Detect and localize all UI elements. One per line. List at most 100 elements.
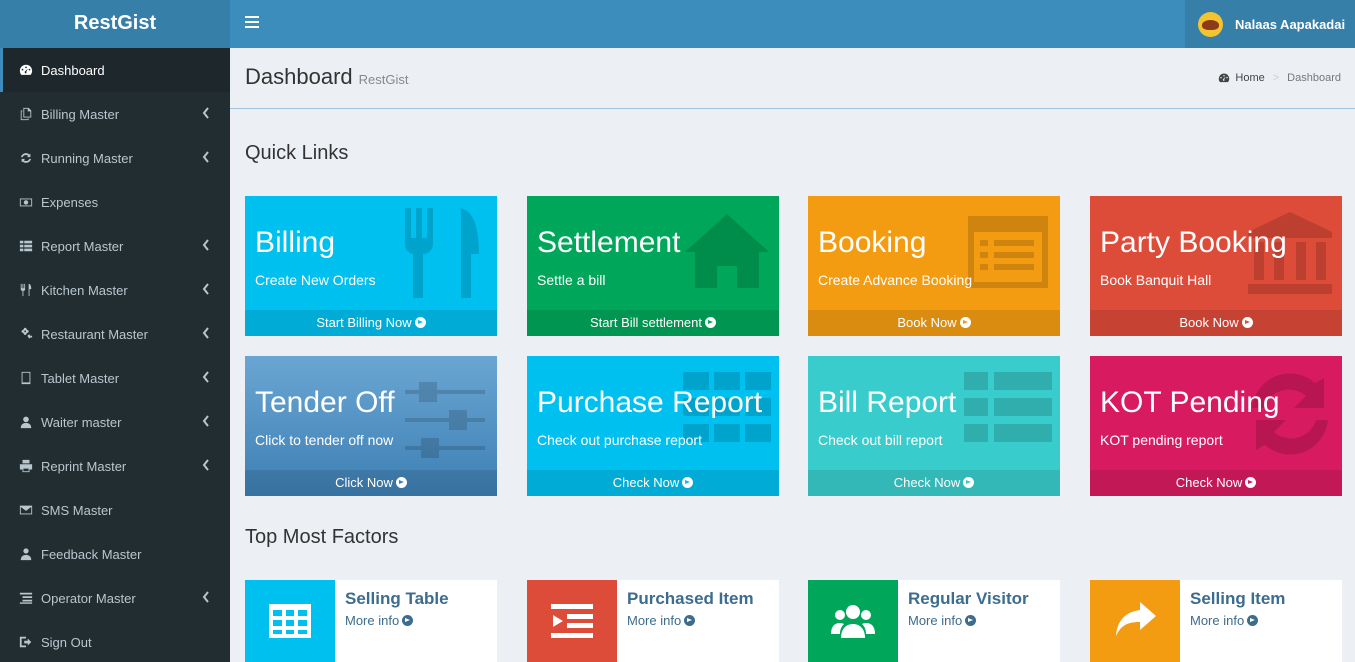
- sidebar-item-label: Waiter master: [41, 414, 122, 430]
- arrow-circle-right-icon: [402, 615, 414, 626]
- more-info-link[interactable]: More info: [627, 613, 696, 628]
- quick-links-title: Quick Links: [245, 142, 349, 164]
- sidebar-item-restaurant-master[interactable]: Restaurant Master: [0, 312, 230, 356]
- card-action-label: Check Now: [893, 475, 961, 490]
- menu-toggle-icon[interactable]: [245, 16, 259, 30]
- card-action[interactable]: Check Now: [808, 470, 1060, 496]
- refresh-icon: [18, 151, 33, 166]
- card-title: Tender Off: [255, 386, 395, 419]
- card-action[interactable]: Check Now: [1090, 470, 1342, 496]
- card-action-label: Book Now: [897, 315, 957, 330]
- breadcrumb-home[interactable]: Home: [1218, 72, 1265, 84]
- sidebar-item-operator-master[interactable]: Operator Master: [0, 576, 230, 620]
- card-action-label: Start Bill settlement: [590, 315, 702, 330]
- more-info-label: More info: [345, 613, 400, 628]
- sidebar-item-report-master[interactable]: Report Master: [0, 224, 230, 268]
- home-icon: [683, 204, 771, 300]
- info-box-purchased-item: Purchased Item More info: [527, 580, 779, 662]
- card-action-label: Book Now: [1179, 315, 1239, 330]
- sidebar-item-label: SMS Master: [41, 502, 113, 518]
- sidebar-item-dashboard[interactable]: Dashboard: [0, 48, 230, 92]
- arrow-circle-right-icon: [963, 477, 975, 488]
- top-factors-title: Top Most Factors: [245, 526, 399, 548]
- breadcrumb-separator: >: [1272, 72, 1280, 84]
- card-action-label: Check Now: [1175, 475, 1243, 490]
- card-action-label: Start Billing Now: [316, 315, 412, 330]
- card-action[interactable]: Click Now: [245, 470, 497, 496]
- sidebar-item-tablet-master[interactable]: Tablet Master: [0, 356, 230, 400]
- users-icon: [808, 580, 898, 662]
- card-booking[interactable]: Booking Create Advance Booking Book Now: [808, 196, 1060, 336]
- table-icon: [245, 580, 335, 662]
- user-feedback-icon: [18, 547, 33, 562]
- card-action[interactable]: Start Billing Now: [245, 310, 497, 336]
- card-title: Bill Report: [818, 386, 957, 419]
- arrow-circle-right-icon: [1241, 317, 1253, 328]
- sidebar-item-running-master[interactable]: Running Master: [0, 136, 230, 180]
- page-title: Dashboard RestGist: [245, 64, 408, 90]
- card-title: Billing: [255, 226, 336, 259]
- money-icon: [18, 195, 33, 210]
- sidebar-item-label: Tablet Master: [41, 370, 120, 386]
- card-title: Booking: [818, 226, 927, 259]
- app-logo[interactable]: RestGist: [0, 0, 230, 48]
- sidebar-item-billing-master[interactable]: Billing Master: [0, 92, 230, 136]
- sidebar-item-label: Billing Master: [41, 106, 120, 122]
- th-list-icon: [18, 239, 33, 254]
- card-settlement[interactable]: Settlement Settle a bill Start Bill sett…: [527, 196, 779, 336]
- page-subtitle: RestGist: [358, 72, 409, 87]
- sidebar-item-label: Restaurant Master: [41, 326, 148, 342]
- sidebar-item-label: Report Master: [41, 238, 124, 254]
- card-purchase-report[interactable]: Purchase Report Check out purchase repor…: [527, 356, 779, 496]
- card-desc: Settle a bill: [537, 272, 606, 288]
- card-billing[interactable]: Billing Create New Orders Start Billing …: [245, 196, 497, 336]
- sidebar-item-label: Kitchen Master: [41, 282, 128, 298]
- breadcrumb: Home > Dashboard: [1218, 72, 1341, 84]
- card-party-booking[interactable]: Party Booking Book Banquit Hall Book Now: [1090, 196, 1342, 336]
- card-title: Party Booking: [1100, 226, 1287, 259]
- sidebar-item-expenses[interactable]: Expenses: [0, 180, 230, 224]
- info-box-regular-visitor: Regular Visitor More info: [808, 580, 1060, 662]
- info-box-title: Regular Visitor: [908, 589, 1029, 608]
- card-kot-pending[interactable]: KOT Pending KOT pending report Check Now: [1090, 356, 1342, 496]
- chevron-left-icon: [202, 239, 210, 253]
- sidebar-item-label: Running Master: [41, 150, 133, 166]
- card-action[interactable]: Check Now: [527, 470, 779, 496]
- more-info-link[interactable]: More info: [1190, 613, 1259, 628]
- more-info-link[interactable]: More info: [908, 613, 977, 628]
- card-desc: Book Banquit Hall: [1100, 272, 1212, 288]
- sidebar-item-reprint-master[interactable]: Reprint Master: [0, 444, 230, 488]
- arrow-circle-right-icon: [965, 615, 977, 626]
- card-action[interactable]: Book Now: [1090, 310, 1342, 336]
- card-action[interactable]: Start Bill settlement: [527, 310, 779, 336]
- sidebar-item-waiter-master[interactable]: Waiter master: [0, 400, 230, 444]
- sidebar: Dashboard Billing Master Running Master …: [0, 48, 230, 662]
- sidebar-item-label: Dashboard: [41, 62, 105, 78]
- card-tender-off[interactable]: Tender Off Click to tender off now Click…: [245, 356, 497, 496]
- page-title-text: Dashboard: [245, 64, 353, 89]
- sliders-icon: [401, 364, 489, 460]
- card-bill-report[interactable]: Bill Report Check out bill report Check …: [808, 356, 1060, 496]
- card-action[interactable]: Book Now: [808, 310, 1060, 336]
- info-box-title: Selling Item: [1190, 589, 1286, 608]
- more-info-label: More info: [1190, 613, 1245, 628]
- card-title: Settlement: [537, 226, 681, 259]
- user-icon: [18, 415, 33, 430]
- share-icon: [1090, 580, 1180, 662]
- list-icon: [18, 591, 33, 606]
- breadcrumb-current: Dashboard: [1287, 72, 1341, 84]
- top-navbar: Nalaas Aapakadai: [230, 0, 1355, 48]
- arrow-circle-right-icon: [684, 615, 696, 626]
- sidebar-item-sign-out[interactable]: Sign Out: [0, 620, 230, 662]
- card-desc: Click to tender off now: [255, 432, 394, 448]
- sidebar-item-label: Operator Master: [41, 590, 136, 606]
- more-info-link[interactable]: More info: [345, 613, 414, 628]
- user-menu[interactable]: Nalaas Aapakadai: [1185, 0, 1355, 48]
- print-icon: [18, 459, 33, 474]
- sidebar-item-kitchen-master[interactable]: Kitchen Master: [0, 268, 230, 312]
- dashboard-icon: [1219, 73, 1230, 83]
- arrow-circle-right-icon: [414, 317, 426, 328]
- sidebar-item-sms-master[interactable]: SMS Master: [0, 488, 230, 532]
- sidebar-item-feedback-master[interactable]: Feedback Master: [0, 532, 230, 576]
- arrow-circle-right-icon: [1247, 615, 1259, 626]
